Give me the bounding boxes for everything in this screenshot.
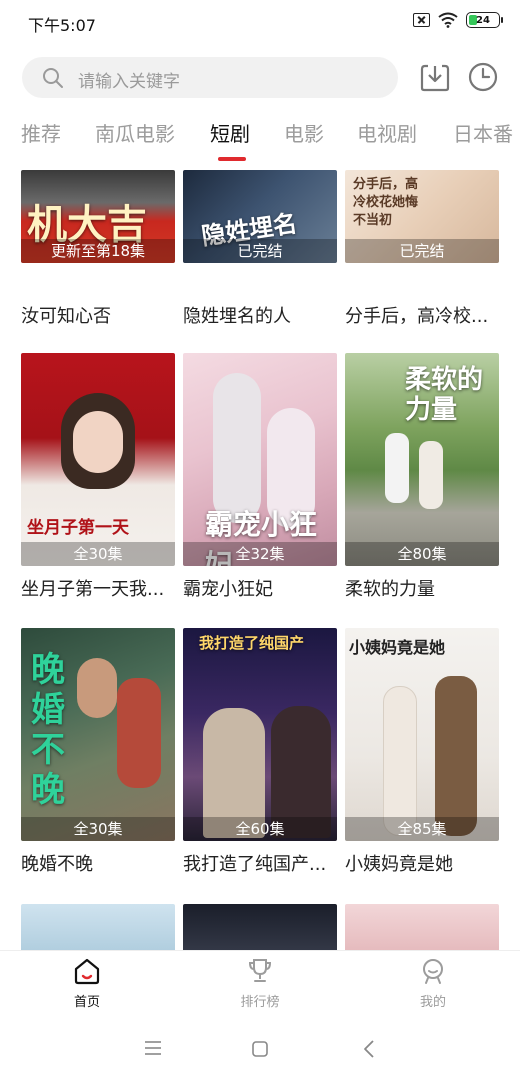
drama-title: 分手后，高冷校... — [345, 306, 489, 327]
tab-anime[interactable]: 日本番 — [453, 118, 513, 147]
poster-art-text: 分手后，高冷校花她悔不当初 — [353, 177, 419, 228]
nav-ranking[interactable]: 排行榜 — [200, 957, 320, 1010]
drama-poster: 霸宠小狂妃 全32集 — [183, 353, 337, 566]
poster-art-text: 晚婚不晚 — [31, 650, 65, 810]
episode-status: 已完结 — [183, 239, 337, 263]
drama-title: 柔软的力量 — [345, 579, 435, 600]
status-icons: 24 — [413, 12, 503, 28]
wifi-icon — [438, 12, 458, 28]
status-time: 下午5:07 — [28, 16, 96, 35]
nav-profile-label: 我的 — [419, 995, 446, 1010]
drama-poster: 小姨妈竟是她 全85集 — [345, 628, 499, 841]
drama-poster — [21, 904, 175, 950]
no-sim-icon — [413, 13, 430, 27]
drama-title: 汝可知心否 — [21, 306, 111, 327]
episode-status: 全30集 — [21, 817, 175, 841]
drama-title: 我打造了纯国产... — [183, 854, 327, 875]
episode-status: 全32集 — [183, 542, 337, 566]
episode-status: 全60集 — [183, 817, 337, 841]
drama-poster — [183, 904, 337, 950]
poster-art-text: 小姨妈竟是她 — [349, 638, 446, 657]
tab-recommend[interactable]: 推荐 — [21, 118, 61, 147]
tab-movies[interactable]: 电影 — [284, 118, 324, 147]
status-bar: 下午5:07 24 — [0, 0, 520, 44]
drama-title: 坐月子第一天我... — [21, 579, 165, 600]
drama-title: 霸宠小狂妃 — [183, 579, 273, 600]
drama-grid: 机大吉 更新至第18集 汝可知心否 隐姓埋名 已完结 隐姓埋名的人 分手后，高冷… — [0, 170, 520, 950]
drama-poster: 我打造了纯国产 全60集 — [183, 628, 337, 841]
system-nav-bar — [0, 1016, 520, 1080]
search-icon — [43, 68, 63, 88]
menu-icon[interactable] — [144, 1040, 162, 1056]
drama-title: 晚婚不晚 — [21, 854, 93, 875]
drama-title: 隐姓埋名的人 — [183, 306, 291, 327]
bottom-nav: 首页 排行榜 我的 — [0, 950, 520, 1016]
drama-poster: 隐姓埋名 已完结 — [183, 170, 337, 263]
drama-poster: 机大吉 更新至第18集 — [21, 170, 175, 263]
episode-status: 全30集 — [21, 542, 175, 566]
active-tab-indicator — [218, 157, 246, 161]
nav-home[interactable]: 首页 — [27, 957, 147, 1010]
battery-icon: 24 — [466, 12, 503, 28]
poster-art-text: 我打造了纯国产 — [199, 634, 305, 652]
home-icon — [74, 958, 100, 985]
episode-status: 全80集 — [345, 542, 499, 566]
nav-home-label: 首页 — [73, 995, 100, 1010]
episode-status: 已完结 — [345, 239, 499, 263]
category-tabs: 推荐 南瓜电影 短剧 电影 电视剧 日本番 — [0, 118, 520, 162]
profile-icon — [423, 959, 443, 984]
nav-profile[interactable]: 我的 — [373, 957, 493, 1010]
trophy-icon — [248, 959, 272, 982]
tab-short-drama[interactable]: 短剧 — [210, 118, 250, 147]
episode-status: 更新至第18集 — [21, 239, 175, 263]
drama-poster — [345, 904, 499, 950]
clock-icon[interactable] — [467, 61, 499, 93]
episode-status: 全85集 — [345, 817, 499, 841]
battery-level: 24 — [476, 14, 490, 26]
drama-poster: 柔软的力量 全80集 — [345, 353, 499, 566]
drama-poster: 分手后，高冷校花她悔不当初 已完结 — [345, 170, 499, 263]
poster-art-text: 柔软的力量 — [405, 365, 484, 425]
nav-ranking-label: 排行榜 — [240, 995, 280, 1010]
poster-art-text: 坐月子第一天 — [27, 518, 129, 538]
drama-title: 小姨妈竟是她 — [345, 854, 453, 875]
back-icon[interactable] — [362, 1039, 376, 1059]
download-icon[interactable] — [419, 61, 451, 93]
drama-poster: 晚婚不晚 全30集 — [21, 628, 175, 841]
drama-poster: 坐月子第一天 全30集 — [21, 353, 175, 566]
search-placeholder: 请输入关键字 — [78, 72, 180, 92]
tab-pumpkin-movies[interactable]: 南瓜电影 — [95, 118, 175, 147]
home-square-icon[interactable] — [251, 1040, 269, 1058]
tab-tv-series[interactable]: 电视剧 — [357, 118, 417, 147]
search-bar[interactable]: 请输入关键字 — [22, 57, 398, 98]
